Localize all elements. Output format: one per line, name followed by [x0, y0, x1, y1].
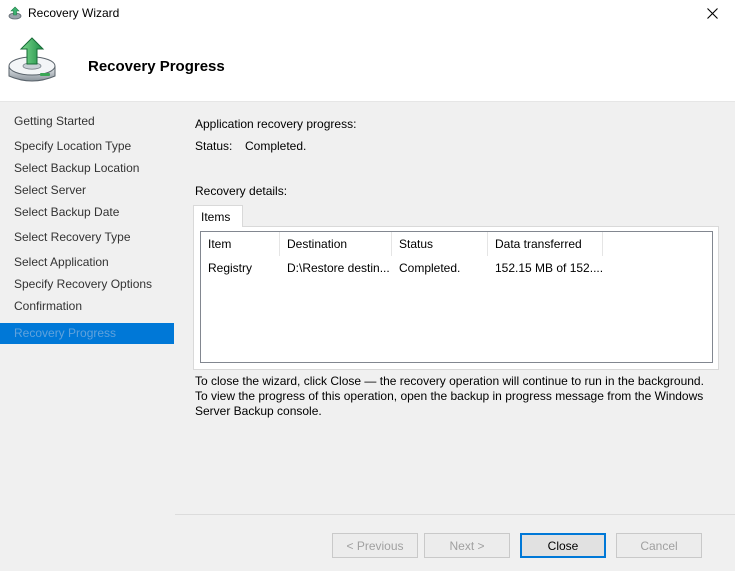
- title-bar: Recovery Wizard: [0, 0, 735, 26]
- step-recovery-progress[interactable]: Recovery Progress: [0, 323, 174, 344]
- tab-items[interactable]: Items: [193, 205, 243, 227]
- step-specify-location-type[interactable]: Specify Location Type: [0, 136, 174, 157]
- step-select-application[interactable]: Select Application: [0, 252, 174, 273]
- details-heading: Recovery details:: [195, 184, 288, 198]
- next-button[interactable]: Next >: [424, 533, 510, 558]
- wizard-steps-sidebar: Getting Started Specify Location Type Se…: [0, 102, 175, 571]
- tab-items-label: Items: [201, 210, 231, 224]
- recovery-wizard-icon: [8, 6, 22, 20]
- status-label: Status:: [195, 139, 233, 153]
- step-select-server[interactable]: Select Server: [0, 180, 174, 201]
- cell-destination: D:\Restore destin...: [287, 261, 390, 275]
- page-title: Recovery Progress: [88, 58, 225, 75]
- cell-item: Registry: [208, 261, 253, 275]
- cell-data-transferred: 152.15 MB of 152....: [495, 261, 603, 275]
- step-getting-started[interactable]: Getting Started: [0, 111, 174, 132]
- close-icon: [706, 7, 718, 19]
- status-value: Completed.: [245, 139, 307, 153]
- step-select-backup-date[interactable]: Select Backup Date: [0, 202, 174, 223]
- previous-button[interactable]: < Previous: [332, 533, 418, 558]
- info-line-close: To close the wizard, click Close — the r…: [195, 374, 704, 388]
- column-header-item[interactable]: Item: [201, 232, 280, 256]
- info-text: To close the wizard, click Close — the r…: [195, 374, 715, 419]
- recovery-items-list[interactable]: Item Destination Status Data transferred…: [200, 231, 713, 363]
- step-specify-recovery-options[interactable]: Specify Recovery Options: [0, 274, 174, 295]
- disk-restore-icon: [8, 37, 56, 82]
- close-window-button[interactable]: [689, 0, 735, 26]
- cancel-button[interactable]: Cancel: [616, 533, 702, 558]
- close-button[interactable]: Close: [520, 533, 606, 558]
- column-header-destination[interactable]: Destination: [280, 232, 392, 256]
- info-line-progress: To view the progress of this operation, …: [195, 389, 704, 418]
- cell-status: Completed.: [399, 261, 461, 275]
- step-confirmation[interactable]: Confirmation: [0, 296, 174, 317]
- window-title: Recovery Wizard: [28, 6, 120, 20]
- step-select-backup-location[interactable]: Select Backup Location: [0, 158, 174, 179]
- column-header-status[interactable]: Status: [392, 232, 488, 256]
- column-header-data-transferred[interactable]: Data transferred: [488, 232, 603, 256]
- progress-heading: Application recovery progress:: [195, 117, 357, 131]
- wizard-header: Recovery Progress: [0, 26, 735, 102]
- step-select-recovery-type[interactable]: Select Recovery Type: [0, 227, 174, 248]
